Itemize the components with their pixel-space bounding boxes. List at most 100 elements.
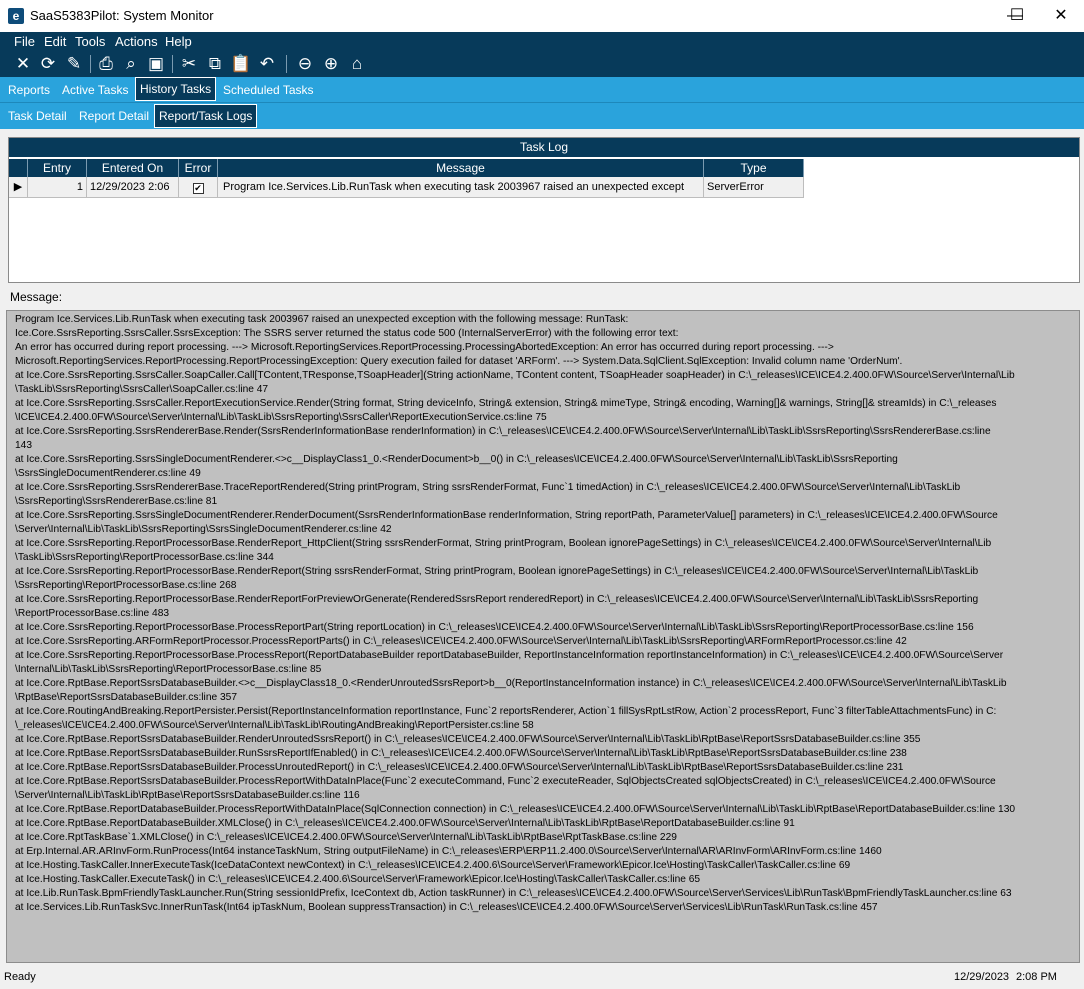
tab-report-task-logs[interactable]: Report/Task Logs <box>154 104 258 128</box>
message-line: at Ice.Core.SsrsReporting.ReportProcesso… <box>15 566 979 577</box>
message-line: Microsoft.ReportingServices.ReportProces… <box>15 356 903 367</box>
cell-entered-on[interactable]: 12/29/2023 2:06 <box>87 177 179 198</box>
message-line: at Ice.Core.SsrsReporting.SsrsSingleDocu… <box>15 454 898 465</box>
cut-icon[interactable]: ✂ <box>178 53 200 75</box>
message-line: \SsrsSingleDocumentRenderer.cs:line 49 <box>15 468 201 479</box>
message-line: \TaskLib\SsrsReporting\ReportProcessorBa… <box>15 552 274 563</box>
message-line: at Ice.Core.RptBase.ReportSsrsDatabaseBu… <box>15 734 921 745</box>
message-line: at Ice.Hosting.TaskCaller.InnerExecuteTa… <box>15 860 851 871</box>
tab-active-tasks[interactable]: Active Tasks <box>58 79 132 101</box>
tab-scheduled-tasks[interactable]: Scheduled Tasks <box>219 79 318 101</box>
sub-tab-bar: Task Detail Report Detail Report/Task Lo… <box>0 102 1084 129</box>
copy-icon[interactable]: ⧉ <box>204 53 226 75</box>
message-line: \SsrsReporting\SsrsRendererBase.cs:line … <box>15 496 218 507</box>
message-line: \TaskLib\SsrsReporting\SsrsCaller\SoapCa… <box>15 384 269 395</box>
cell-type[interactable]: ServerError <box>704 177 804 198</box>
row-selector-icon[interactable]: ▶ <box>9 177 28 198</box>
undo-icon[interactable]: ↶ <box>256 53 278 75</box>
status-time: 2:08 PM <box>1016 971 1057 983</box>
message-line: \Internal\Lib\TaskLib\SsrsReporting\Repo… <box>15 664 322 675</box>
tab-report-detail[interactable]: Report Detail <box>75 105 153 127</box>
message-line: at Ice.Core.SsrsReporting.SsrsSingleDocu… <box>15 510 998 521</box>
message-line: at Ice.Lib.RunTask.BpmFriendlyTaskLaunch… <box>15 888 1012 899</box>
main-tab-bar: Reports Active Tasks History Tasks Sched… <box>0 77 1084 102</box>
column-header-entered-on[interactable]: Entered On <box>87 159 179 177</box>
menu-help[interactable]: Help <box>165 34 192 49</box>
message-line: \Server\Internal\Lib\TaskLib\SsrsReporti… <box>15 524 392 535</box>
message-line: Ice.Core.SsrsReporting.SsrsCaller.SsrsEx… <box>15 328 679 339</box>
message-line: at Ice.Hosting.TaskCaller.ExecuteTask() … <box>15 874 701 885</box>
message-line: at Ice.Core.RptBase.ReportSsrsDatabaseBu… <box>15 762 904 773</box>
close-icon[interactable]: ✕ <box>12 53 34 75</box>
toolbar: ✕ ⟳ ✎ ⎙ ⌕ ▣ ✂ ⧉ 📋 ↶ ⊖ ⊕ ⌂ <box>0 50 1084 77</box>
message-line: \Server\Internal\Lib\TaskLib\RptBase\Rep… <box>15 790 360 801</box>
message-line: at Ice.Core.RoutingAndBreaking.ReportPer… <box>15 706 997 717</box>
message-line: \RptBase\ReportSsrsDatabaseBuilder.cs:li… <box>15 692 237 703</box>
message-line: Program Ice.Services.Lib.RunTask when ex… <box>15 314 629 325</box>
menu-actions[interactable]: Actions <box>115 34 158 49</box>
column-header-error[interactable]: Error <box>179 159 218 177</box>
message-line: at Erp.Internal.AR.ARInvForm.RunProcess(… <box>15 846 882 857</box>
column-header-type[interactable]: Type <box>704 159 804 177</box>
toolbar-separator <box>172 55 173 73</box>
task-log-grid: Task Log Entry Entered On Error Message … <box>8 137 1080 283</box>
paste-icon[interactable]: 📋 <box>230 53 252 75</box>
clear-icon[interactable]: ✎ <box>63 53 85 75</box>
status-date: 12/29/2023 <box>954 971 1010 983</box>
message-line: at Ice.Core.RptBase.ReportSsrsDatabaseBu… <box>15 776 996 787</box>
message-line: 143 <box>15 440 32 451</box>
print-preview-icon[interactable]: ⌕ <box>120 53 142 75</box>
toolbar-separator <box>90 55 91 73</box>
message-line: at Ice.Core.RptBase.ReportDatabaseBuilde… <box>15 818 795 829</box>
message-line: at Ice.Core.SsrsReporting.ReportProcesso… <box>15 622 974 633</box>
window-title: SaaS5383Pilot: System Monitor <box>30 8 214 23</box>
message-line: at Ice.Core.SsrsReporting.ReportProcesso… <box>15 538 992 549</box>
cell-entry[interactable]: 1 <box>28 177 87 198</box>
tab-reports[interactable]: Reports <box>4 79 54 101</box>
message-line: at Ice.Core.RptBase.ReportDatabaseBuilde… <box>15 804 1016 815</box>
tab-history-tasks[interactable]: History Tasks <box>135 77 217 101</box>
message-line: at Ice.Core.SsrsReporting.SsrsCaller.Rep… <box>15 398 997 409</box>
message-line: \ICE\ICE4.2.400.0FW\Source\Server\Intern… <box>15 412 547 423</box>
message-line: at Ice.Core.SsrsReporting.ARFormReportPr… <box>15 636 907 647</box>
tab-task-detail[interactable]: Task Detail <box>4 105 71 127</box>
menu-tools[interactable]: Tools <box>75 34 105 49</box>
message-textbox[interactable]: Program Ice.Services.Lib.RunTask when ex… <box>6 310 1080 963</box>
home-icon[interactable]: ⌂ <box>346 53 368 75</box>
status-text: Ready <box>4 971 36 983</box>
menu-file[interactable]: File <box>14 34 35 49</box>
message-line: at Ice.Core.SsrsReporting.SsrsRendererBa… <box>15 426 991 437</box>
refresh-icon[interactable]: ⟳ <box>37 53 59 75</box>
error-checkbox[interactable]: ✔ <box>192 183 204 194</box>
message-line: at Ice.Core.SsrsReporting.ReportProcesso… <box>15 650 1004 661</box>
menu-edit[interactable]: Edit <box>44 34 66 49</box>
column-header-message[interactable]: Message <box>218 159 704 177</box>
menu-bar: File Edit Tools Actions Help <box>0 32 1084 50</box>
message-line: \_releases\ICE\ICE4.2.400.0FW\Source\Ser… <box>15 720 534 731</box>
message-label: Message: <box>10 290 63 304</box>
cell-message[interactable]: Program Ice.Services.Lib.RunTask when ex… <box>218 177 704 198</box>
message-line: at Ice.Core.SsrsReporting.SsrsRendererBa… <box>15 482 961 493</box>
message-line: \SsrsReporting\ReportProcessorBase.cs:li… <box>15 580 237 591</box>
message-line: at Ice.Core.SsrsReporting.SsrsCaller.Soa… <box>15 370 1015 381</box>
close-window-button[interactable]: ✕ <box>1038 0 1084 32</box>
maximize-button[interactable]: ☐ <box>994 0 1040 32</box>
column-header-entry[interactable]: Entry <box>28 159 87 177</box>
back-icon[interactable]: ⊖ <box>294 53 316 75</box>
message-line: at Ice.Core.RptBase.ReportSsrsDatabaseBu… <box>15 678 1007 689</box>
grid-title: Task Log <box>9 138 1079 157</box>
save-icon[interactable]: ▣ <box>145 53 167 75</box>
message-line: at Ice.Services.Lib.RunTaskSvc.InnerRunT… <box>15 902 878 913</box>
message-line: An error has occurred during report proc… <box>15 342 834 353</box>
message-line: at Ice.Core.RptTaskBase`1.XMLClose() in … <box>15 832 677 843</box>
app-icon: e <box>8 8 24 24</box>
forward-icon[interactable]: ⊕ <box>320 53 342 75</box>
message-line: at Ice.Core.SsrsReporting.ReportProcesso… <box>15 594 979 605</box>
print-icon[interactable]: ⎙ <box>95 53 117 75</box>
cell-error[interactable]: ✔ <box>179 177 218 198</box>
message-line: at Ice.Core.RptBase.ReportSsrsDatabaseBu… <box>15 748 907 759</box>
toolbar-separator <box>286 55 287 73</box>
message-line: \ReportProcessorBase.cs:line 483 <box>15 608 170 619</box>
title-bar: e SaaS5383Pilot: System Monitor — ☐ ✕ <box>0 0 1084 32</box>
status-bar: Ready 12/29/2023 2:08 PM <box>0 965 1084 989</box>
